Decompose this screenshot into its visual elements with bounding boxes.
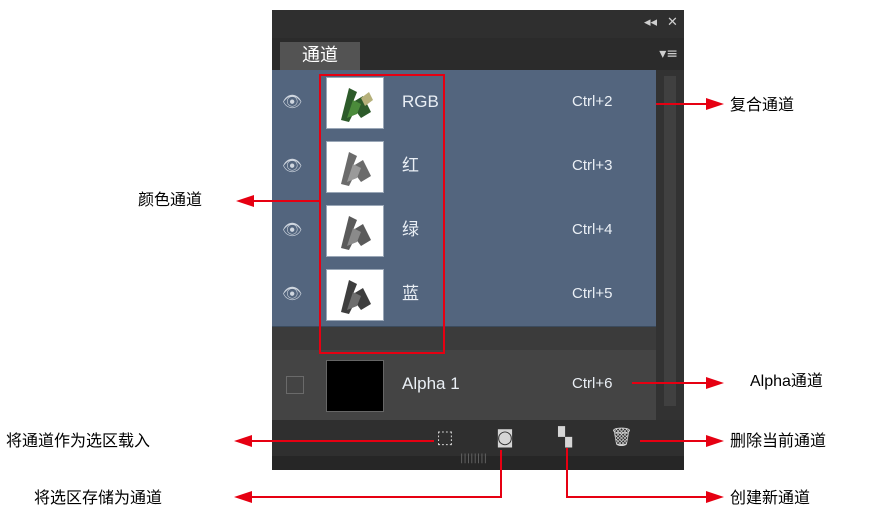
channel-thumbnail-alpha [326, 360, 384, 412]
channel-shortcut-blue: Ctrl+5 [572, 285, 613, 302]
arrow-line-create-h [566, 496, 710, 498]
panel-menu-icon[interactable]: ▾≡ [659, 46, 678, 62]
channel-shortcut-rgb: Ctrl+2 [572, 93, 613, 110]
channel-name-alpha: Alpha 1 [402, 374, 460, 393]
load-selection-icon[interactable]: ⬚ [434, 427, 456, 449]
label-create-new-channel: 创建新通道 [730, 488, 811, 507]
channel-shortcut-alpha: Ctrl+6 [572, 375, 613, 392]
channel-row-alpha[interactable]: Alpha 1 Ctrl+6 [272, 350, 656, 421]
arrow-line-create-v [566, 448, 568, 498]
arrow-line-save-h [250, 496, 502, 498]
eye-icon[interactable]: 👁 [282, 158, 306, 174]
tab-channels[interactable]: 通道 [280, 42, 360, 70]
channel-shortcut-red: Ctrl+3 [572, 157, 613, 174]
label-composite-channel: 复合通道 [730, 95, 795, 114]
arrow-head-create [706, 491, 724, 503]
label-load-as-selection: 将通道作为选区载入 [6, 431, 151, 450]
label-delete-current-channel: 删除当前通道 [730, 431, 827, 450]
panel-status-grip: |||||||| [272, 453, 684, 470]
channel-shortcut-green: Ctrl+4 [572, 221, 613, 238]
label-color-channels: 颜色通道 [138, 190, 203, 209]
panel-bottom-toolbar: ⬚ ◙ ▚ 🗑 [272, 420, 684, 456]
panel-tabbar: 通道 ▾≡ [272, 38, 684, 70]
scrollbar-thumb[interactable] [664, 76, 676, 406]
color-channels-outline [319, 74, 445, 354]
arrow-line-delete [640, 440, 710, 442]
eye-icon[interactable]: 👁 [282, 222, 306, 238]
eye-icon[interactable]: 👁 [282, 286, 306, 302]
arrow-head-composite [706, 98, 724, 110]
collapse-icon[interactable]: ◂◂ [644, 14, 657, 32]
arrow-head-alpha [706, 377, 724, 389]
arrow-line-load [250, 440, 434, 442]
arrow-line-composite [656, 103, 710, 105]
trash-icon[interactable]: 🗑 [610, 427, 633, 449]
arrow-head-delete [706, 435, 724, 447]
grip-handle[interactable]: |||||||| [460, 453, 487, 464]
close-icon[interactable]: ✕ [667, 14, 678, 32]
eye-icon[interactable]: 👁 [282, 94, 306, 110]
label-alpha-channel: Alpha通道 [750, 373, 823, 390]
arrow-line-alpha [632, 382, 710, 384]
arrow-line-color [252, 200, 320, 202]
scrollbar[interactable] [656, 70, 684, 420]
arrow-line-save-v [500, 450, 502, 498]
visibility-toggle[interactable] [286, 376, 304, 394]
label-save-selection-as-channel: 将选区存储为通道 [34, 488, 163, 507]
save-selection-icon[interactable]: ◙ [494, 427, 516, 449]
panel-titlebar: ◂◂ ✕ [272, 10, 684, 38]
new-channel-icon[interactable]: ▚ [554, 427, 576, 449]
